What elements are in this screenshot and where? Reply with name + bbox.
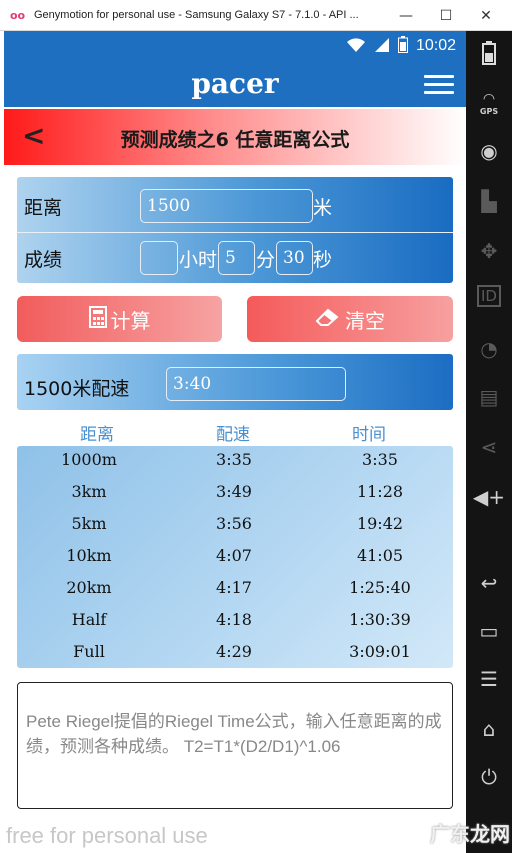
cell-time: 11:28 xyxy=(356,482,404,501)
phone-screen: 10:02 pacer < 预测成绩之6 任意距离公式 距离 1500 米 成绩… xyxy=(4,31,466,853)
emulator-side-panel: ◠ GPS ◉ ▙ ✥ ID ◔ ▤ ⋖ ◀+ ↩ ▭ ☰ ⌂ ⏻ xyxy=(466,31,512,853)
cell-time: 3:09:01 xyxy=(349,642,411,661)
window-title: Genymotion for personal use - Samsung Ga… xyxy=(34,9,359,21)
cell-distance: 5km xyxy=(71,514,107,533)
close-button[interactable]: ✕ xyxy=(466,0,506,31)
cell-pace: 4:07 xyxy=(216,546,252,565)
cell-distance: Full xyxy=(73,642,105,661)
share-widget-icon[interactable]: ⋖ xyxy=(466,435,512,459)
capture-widget-icon[interactable]: ▙ xyxy=(466,189,512,213)
id-widget-icon[interactable]: ID xyxy=(466,285,512,307)
menu-nav-icon[interactable]: ☰ xyxy=(466,667,512,691)
pacer-logo: pacer xyxy=(191,67,279,100)
minimize-button[interactable]: — xyxy=(386,0,426,31)
clear-button[interactable]: 清空 xyxy=(247,296,453,342)
cell-time: 19:42 xyxy=(356,514,404,533)
hours-input[interactable] xyxy=(140,241,178,275)
cell-time: 3:35 xyxy=(362,450,398,469)
column-header-pace: 配速 xyxy=(216,425,250,445)
hamburger-menu-icon[interactable] xyxy=(424,75,454,95)
id-label: ID xyxy=(477,285,501,307)
app-bar: pacer xyxy=(4,61,466,107)
result-label: 成绩 xyxy=(24,249,63,271)
table-header: 距离 配速 时间 xyxy=(17,420,453,446)
wifi-icon xyxy=(346,37,366,56)
volume-up-icon[interactable]: ◀+ xyxy=(466,485,512,509)
cell-time: 1:30:39 xyxy=(349,610,411,629)
table-row: 10km 4:07 41:05 xyxy=(17,542,453,574)
formula-description: Pete Riegel提倡的Riegel Time公式，输入任意距离的成绩，预测… xyxy=(17,682,453,809)
cell-pace: 3:49 xyxy=(216,482,252,501)
genymotion-app-icon: oo xyxy=(10,8,26,22)
seconds-unit: 秒 xyxy=(313,249,333,271)
cell-pace: 4:18 xyxy=(216,610,252,629)
cell-pace: 4:17 xyxy=(216,578,252,597)
cell-distance: 20km xyxy=(66,578,112,597)
distance-label: 距离 xyxy=(24,197,63,219)
sms-widget-icon[interactable]: ▤ xyxy=(466,385,512,409)
window-controls: — ☐ ✕ xyxy=(386,0,506,31)
cell-distance: 10km xyxy=(66,546,112,565)
dpad-widget-icon[interactable]: ✥ xyxy=(466,239,512,263)
webcam-widget-icon[interactable]: ◉ xyxy=(466,139,512,163)
row-divider xyxy=(17,232,453,233)
table-row: 5km 3:56 19:42 xyxy=(17,510,453,542)
seconds-input[interactable]: 30 xyxy=(276,241,313,275)
gps-widget-icon[interactable]: ◠ GPS xyxy=(466,91,512,116)
pace-label: 1500米配速 xyxy=(24,378,130,400)
status-bar: 10:02 xyxy=(4,31,466,61)
minutes-unit: 分 xyxy=(256,249,276,271)
cell-time: 41:05 xyxy=(356,546,404,565)
column-header-distance: 距离 xyxy=(80,425,114,445)
minutes-input[interactable]: 5 xyxy=(218,241,255,275)
page-header: < 预测成绩之6 任意距离公式 xyxy=(4,109,466,165)
distance-input[interactable]: 1500 xyxy=(140,189,313,223)
page-title: 预测成绩之6 任意距离公式 xyxy=(120,129,350,151)
table-row: 3km 3:49 11:28 xyxy=(17,478,453,510)
eraser-icon xyxy=(315,307,341,332)
battery-widget-icon[interactable] xyxy=(466,41,512,70)
gps-label: GPS xyxy=(479,107,499,116)
cell-distance: Half xyxy=(71,610,107,629)
rss-widget-icon[interactable]: ◔ xyxy=(466,337,512,361)
site-watermark-logo: 广东龙网 xyxy=(430,822,510,846)
back-nav-icon[interactable]: ↩ xyxy=(466,571,512,595)
calculate-button[interactable]: 计算 xyxy=(17,296,222,342)
cell-distance: 1000m xyxy=(61,450,117,469)
distance-unit: 米 xyxy=(313,197,333,219)
window-titlebar: oo Genymotion for personal use - Samsung… xyxy=(0,0,512,31)
home-nav-icon[interactable]: ⌂ xyxy=(466,717,512,741)
genymotion-watermark: free for personal use xyxy=(6,823,208,848)
calculator-icon xyxy=(88,305,107,333)
pace-output: 3:40 xyxy=(166,367,346,401)
power-icon[interactable]: ⏻ xyxy=(466,765,512,789)
cell-pace: 3:56 xyxy=(216,514,252,533)
recent-apps-icon[interactable]: ▭ xyxy=(466,619,512,643)
battery-icon xyxy=(397,36,408,56)
table-row: Half 4:18 1:30:39 xyxy=(17,606,453,638)
pace-card: 1500米配速 3:40 xyxy=(17,354,453,410)
results-table: 1000m 3:35 3:35 3km 3:49 11:28 5km 3:56 … xyxy=(17,446,453,668)
hours-unit: 小时 xyxy=(179,249,218,271)
maximize-button[interactable]: ☐ xyxy=(426,0,466,31)
table-row: Full 4:29 3:09:01 xyxy=(17,638,453,670)
table-row: 1000m 3:35 3:35 xyxy=(17,446,453,478)
calculate-label: 计算 xyxy=(110,308,151,333)
cell-distance: 3km xyxy=(71,482,107,501)
input-card: 距离 1500 米 成绩 小时 5 分 30 秒 xyxy=(17,177,453,283)
signal-icon xyxy=(374,37,390,56)
cell-pace: 3:35 xyxy=(216,450,252,469)
cell-pace: 4:29 xyxy=(216,642,252,661)
column-header-time: 时间 xyxy=(352,425,386,445)
cell-time: 1:25:40 xyxy=(349,578,411,597)
clear-label: 清空 xyxy=(345,308,385,333)
clock-time: 10:02 xyxy=(415,37,456,54)
table-row: 20km 4:17 1:25:40 xyxy=(17,574,453,606)
